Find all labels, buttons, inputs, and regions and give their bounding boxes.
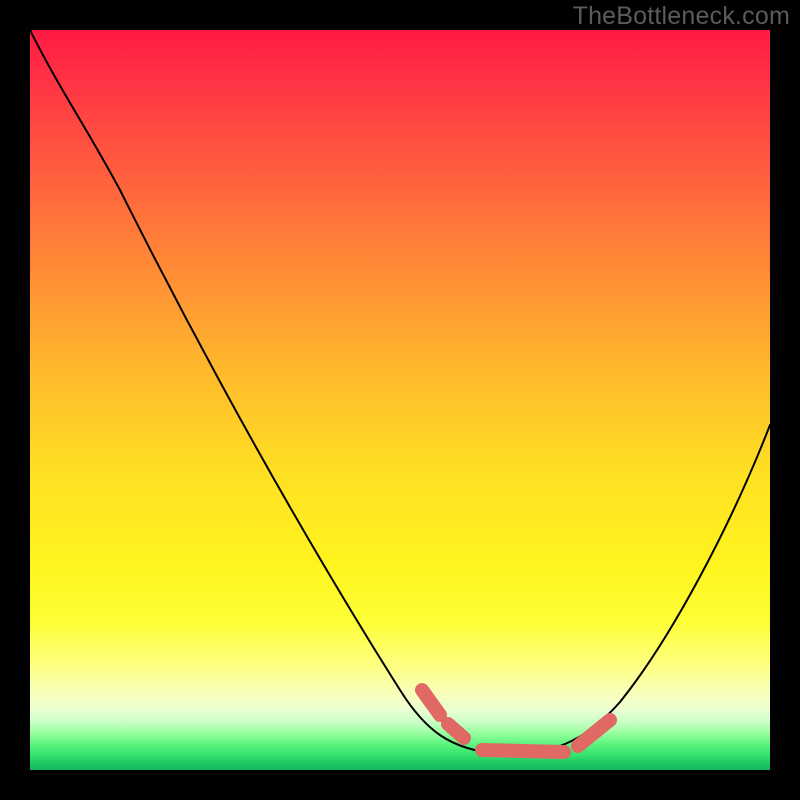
chart-frame: TheBottleneck.com bbox=[0, 0, 800, 800]
highlight-dashes bbox=[422, 690, 610, 752]
plot-area bbox=[30, 30, 770, 770]
highlight-dash bbox=[448, 724, 464, 738]
highlight-dash bbox=[422, 690, 440, 715]
curve-layer bbox=[30, 30, 770, 770]
highlight-dash bbox=[482, 750, 564, 752]
bottleneck-curve bbox=[30, 30, 770, 754]
highlight-dash bbox=[578, 720, 610, 746]
watermark-text: TheBottleneck.com bbox=[573, 2, 790, 31]
